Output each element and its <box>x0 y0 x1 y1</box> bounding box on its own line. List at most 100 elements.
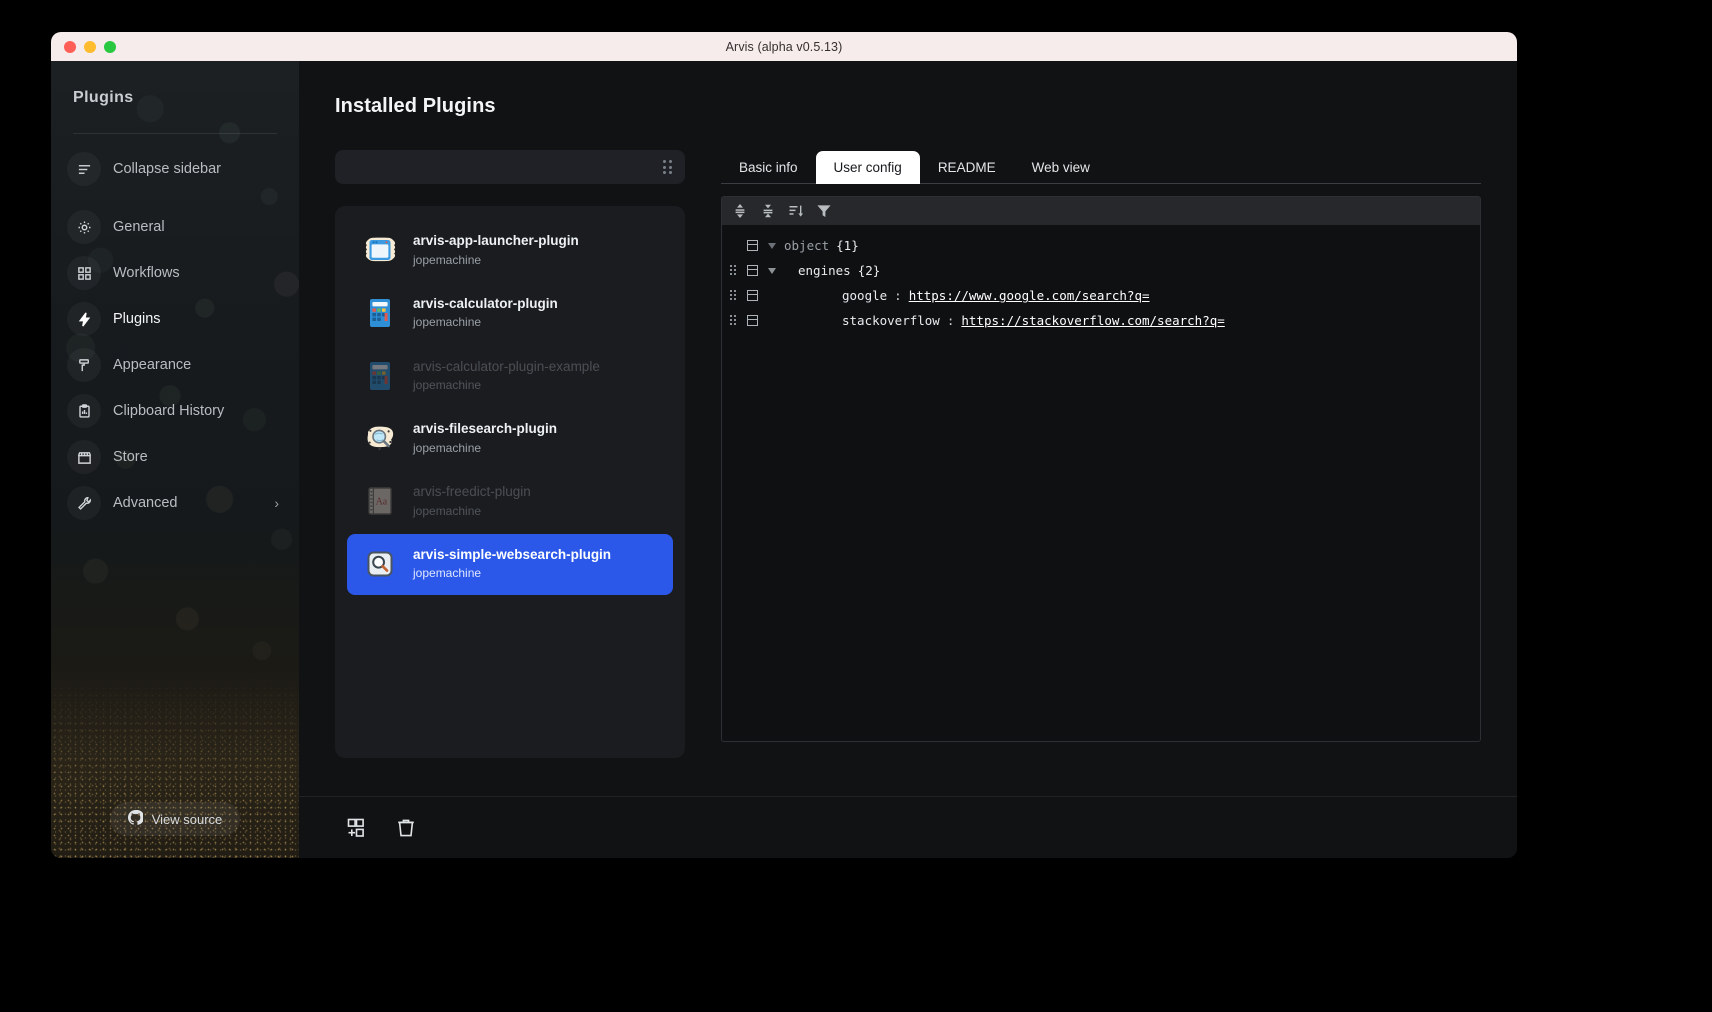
plugin-author: jopemachine <box>413 378 482 393</box>
trash-icon[interactable] <box>395 817 417 839</box>
json-key: object <box>784 238 830 253</box>
caret-down-icon[interactable] <box>768 267 776 274</box>
wrench-icon <box>67 486 101 520</box>
tab-user-config[interactable]: User config <box>815 151 920 184</box>
app-launcher-icon <box>361 231 399 269</box>
add-plugin-icon[interactable] <box>347 817 369 839</box>
search-input[interactable] <box>349 159 663 175</box>
sidebar-item-label: Plugins <box>113 311 161 327</box>
chevron-right-icon: › <box>274 495 279 511</box>
drag-handle-icon[interactable] <box>730 289 739 302</box>
detail-tabs: Basic info User config README Web view <box>721 150 1481 184</box>
json-count: {2} <box>857 263 881 278</box>
json-editor-panel: object {1} engines {2} google: https://… <box>721 196 1481 742</box>
calculator-icon <box>361 294 399 332</box>
storefront-icon <box>67 440 101 474</box>
json-key: engines <box>798 263 851 278</box>
plugin-name: arvis-app-launcher-plugin <box>413 233 579 248</box>
tab-web-view[interactable]: Web view <box>1014 151 1108 184</box>
json-node-box-icon[interactable] <box>747 265 758 276</box>
json-row-google[interactable]: google : https://www.google.com/search?q… <box>722 283 1480 308</box>
drag-handle-icon[interactable] <box>730 314 739 327</box>
search-bar[interactable] <box>335 150 685 184</box>
app-window: Arvis (alpha v0.5.13) Plugins Collapse s… <box>51 32 1517 858</box>
plugin-author: jopemachine <box>413 252 482 267</box>
view-source-button[interactable]: View source <box>109 802 241 836</box>
json-node-box-icon[interactable] <box>747 240 758 251</box>
list-item[interactable]: arvis-simple-websearch-plugin jopemachin… <box>347 533 673 595</box>
sidebar-nav: Collapse sidebar General Workflows Plugi… <box>51 146 299 526</box>
sidebar-item-clipboard-history[interactable]: Clipboard History <box>51 388 299 434</box>
json-key: google <box>842 288 888 303</box>
drag-handle-icon[interactable] <box>663 160 675 174</box>
tab-readme[interactable]: README <box>920 151 1014 184</box>
json-row-object[interactable]: object {1} <box>722 233 1480 258</box>
tab-basic-info[interactable]: Basic info <box>721 151 816 184</box>
lightning-bolt-icon <box>67 302 101 336</box>
plugin-author: jopemachine <box>413 315 482 330</box>
gear-icon <box>67 210 101 244</box>
sidebar-item-workflows[interactable]: Workflows <box>51 250 299 296</box>
drag-handle-icon[interactable] <box>730 264 739 277</box>
window-title: Arvis (alpha v0.5.13) <box>725 39 843 54</box>
window-titlebar: Arvis (alpha v0.5.13) <box>51 32 1517 61</box>
json-value[interactable]: https://stackoverflow.com/search?q= <box>961 313 1224 328</box>
sidebar-item-appearance[interactable]: Appearance <box>51 342 299 388</box>
json-colon: : <box>894 288 902 303</box>
filter-icon[interactable] <box>816 203 832 219</box>
list-item[interactable]: arvis-app-launcher-plugin jopemachine <box>347 220 673 281</box>
view-source-label: View source <box>151 811 223 827</box>
json-row-stackoverflow[interactable]: stackoverflow : https://stackoverflow.co… <box>722 308 1480 333</box>
page-title: Installed Plugins <box>335 95 496 117</box>
sidebar-item-label: Collapse sidebar <box>113 161 222 177</box>
json-node-box-icon[interactable] <box>747 290 758 301</box>
sidebar-item-label: General <box>113 219 165 235</box>
sidebar-item-label: Appearance <box>113 357 192 373</box>
list-item[interactable]: arvis-calculator-plugin-example jopemach… <box>347 346 673 407</box>
plugin-name: arvis-calculator-plugin-example <box>413 358 600 374</box>
list-item[interactable]: Aa arvis-freedict-plugin jopemachine <box>347 471 673 532</box>
caret-down-icon[interactable] <box>768 242 776 249</box>
plugin-name: arvis-simple-websearch-plugin <box>413 546 612 562</box>
json-row-engines[interactable]: engines {2} <box>722 258 1480 283</box>
json-tree: object {1} engines {2} google: https://… <box>722 225 1480 333</box>
sidebar-item-label: Workflows <box>113 265 180 281</box>
plugin-list: arvis-app-launcher-plugin jopemachine ar… <box>335 206 685 758</box>
json-value[interactable]: https://www.google.com/search?q= <box>909 288 1150 303</box>
sidebar-item-general[interactable]: General <box>51 204 299 250</box>
plugin-detail-column: Basic info User config README Web view o… <box>685 150 1517 796</box>
list-item[interactable]: arvis-filesearch-plugin jopemachine <box>347 408 673 469</box>
plugin-author: jopemachine <box>413 440 482 455</box>
clipboard-icon <box>67 394 101 428</box>
dictionary-icon: Aa <box>361 482 399 520</box>
sidebar-divider <box>73 133 277 134</box>
json-node-box-icon[interactable] <box>747 315 758 326</box>
collapse-sidebar-icon <box>67 152 101 186</box>
plugin-author: jopemachine <box>413 566 482 581</box>
sidebar-item-plugins[interactable]: Plugins <box>51 296 299 342</box>
sidebar-item-store[interactable]: Store <box>51 434 299 480</box>
sidebar: Plugins Collapse sidebar General Workflo… <box>51 61 299 858</box>
collapse-all-icon[interactable] <box>760 203 776 219</box>
plugin-list-column: arvis-app-launcher-plugin jopemachine ar… <box>299 150 685 796</box>
expand-all-icon[interactable] <box>732 203 748 219</box>
workflows-grid-icon <box>67 256 101 290</box>
sort-icon[interactable] <box>788 203 804 219</box>
plugin-name: arvis-filesearch-plugin <box>413 421 558 437</box>
calculator-icon <box>361 357 399 395</box>
plugin-author: jopemachine <box>413 503 482 518</box>
sidebar-item-label: Store <box>113 449 148 465</box>
json-count: {1} <box>836 238 859 253</box>
sidebar-item-advanced[interactable]: Advanced › <box>51 480 299 526</box>
paint-roller-icon <box>67 348 101 382</box>
main-content: Installed Plugins arvis-app-launcher-plu… <box>299 61 1517 858</box>
sidebar-item-collapse-sidebar[interactable]: Collapse sidebar <box>51 146 299 192</box>
web-search-icon <box>361 545 399 583</box>
sidebar-item-label: Clipboard History <box>113 403 225 419</box>
json-key: stackoverflow <box>842 313 940 328</box>
plugin-name: arvis-calculator-plugin <box>413 295 558 311</box>
json-editor-toolbar <box>722 197 1480 225</box>
plugin-name: arvis-freedict-plugin <box>413 484 531 499</box>
list-item[interactable]: arvis-calculator-plugin jopemachine <box>347 283 673 344</box>
svg-text:Aa: Aa <box>376 497 388 508</box>
